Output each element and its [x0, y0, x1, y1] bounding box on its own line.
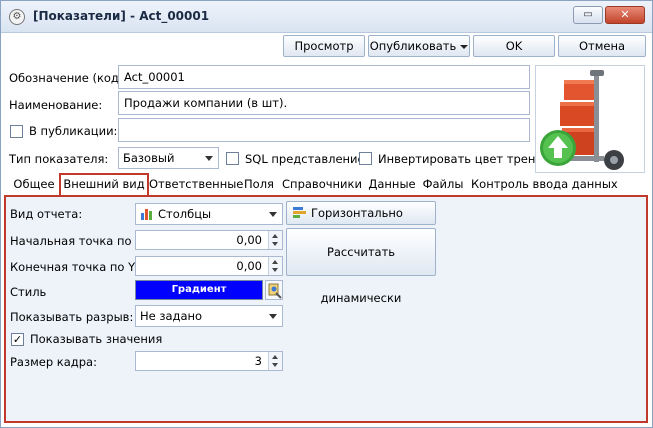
- publish-button[interactable]: Опубликовать: [368, 35, 470, 57]
- tab-general[interactable]: Общее: [9, 173, 59, 195]
- start-point-input[interactable]: 0,00: [135, 230, 283, 250]
- type-label: Тип показателя:: [9, 152, 109, 166]
- frame-size-input[interactable]: 3: [135, 351, 283, 371]
- start-point-label: Начальная точка по Y:: [10, 234, 145, 248]
- start-point-spinner[interactable]: [268, 231, 282, 249]
- report-type-value: Столбцы: [158, 207, 212, 221]
- close-icon[interactable]: ✕: [605, 6, 645, 24]
- code-label: Обозначение (код):: [9, 71, 128, 85]
- publication-label: В публикации:: [29, 124, 118, 138]
- title-bar: ⚙ [Показатели] - Act_00001 ▭ ✕: [1, 1, 652, 33]
- chevron-down-icon: [269, 314, 277, 319]
- end-point-spinner[interactable]: [268, 257, 282, 275]
- bar-chart-icon: [141, 209, 152, 220]
- chevron-down-icon: [269, 212, 277, 217]
- window-title: [Показатели] - Act_00001: [33, 9, 210, 23]
- chevron-down-icon: [460, 44, 469, 49]
- calculate-dynamic-button[interactable]: Рассчитать динамически: [286, 228, 436, 305]
- frame-size-spinner[interactable]: [268, 352, 282, 370]
- tab-data[interactable]: Данные: [367, 173, 417, 195]
- publication-checkbox[interactable]: [10, 125, 23, 138]
- sql-checkbox[interactable]: [226, 152, 239, 165]
- ok-button[interactable]: OK: [473, 35, 555, 57]
- style-picker-button[interactable]: [265, 280, 283, 300]
- hand-truck-boxes-icon: [540, 70, 624, 170]
- indicator-window: ⚙ [Показатели] - Act_00001 ▭ ✕ Просмотр …: [0, 0, 653, 428]
- gap-label: Показывать разрыв:: [10, 310, 134, 324]
- start-point-value: 0,00: [236, 233, 262, 247]
- name-label: Наименование:: [9, 98, 103, 112]
- gap-select[interactable]: Не задано: [135, 305, 283, 327]
- arrow-up-icon: [272, 355, 278, 359]
- arrow-up-icon: [272, 234, 278, 238]
- report-type-label: Вид отчета:: [10, 207, 83, 221]
- chevron-down-icon: [205, 156, 213, 161]
- indicator-picture[interactable]: [535, 65, 645, 173]
- tab-files[interactable]: Файлы: [421, 173, 465, 195]
- end-point-label: Конечная точка по Y:: [10, 260, 138, 274]
- sql-label: SQL представление: [245, 152, 365, 166]
- restore-icon[interactable]: ▭: [573, 6, 603, 24]
- arrow-down-icon: [272, 242, 278, 246]
- preview-button[interactable]: Просмотр: [283, 35, 365, 57]
- horizontal-bars-icon: [293, 207, 306, 218]
- frame-size-value: 3: [254, 354, 262, 368]
- tab-fields[interactable]: Поля: [241, 173, 277, 195]
- invert-label: Инвертировать цвет тренда: [378, 152, 551, 166]
- app-icon: ⚙: [9, 9, 25, 25]
- end-point-value: 0,00: [236, 259, 262, 273]
- style-label: Стиль: [10, 285, 47, 299]
- style-swatch[interactable]: Градиент: [135, 280, 263, 300]
- tab-input-control[interactable]: Контроль ввода данных: [471, 173, 618, 195]
- report-type-select[interactable]: Столбцы: [135, 203, 283, 225]
- appearance-panel: Вид отчета: Столбцы Горизонтально Началь…: [4, 195, 648, 423]
- cancel-button[interactable]: Отмена: [558, 35, 646, 57]
- frame-size-label: Размер кадра:: [10, 355, 97, 369]
- horizontal-button-label: Горизонтально: [311, 206, 403, 220]
- horizontal-button[interactable]: Горизонтально: [286, 201, 436, 225]
- code-input[interactable]: Act_00001: [118, 65, 530, 89]
- arrow-down-icon: [272, 363, 278, 367]
- color-picker-icon: [268, 283, 282, 299]
- type-select-value: Базовый: [123, 151, 175, 165]
- arrow-up-icon: [272, 260, 278, 264]
- tab-responsible[interactable]: Ответственные: [149, 173, 243, 195]
- type-select[interactable]: Базовый: [118, 147, 219, 169]
- publish-button-label: Опубликовать: [369, 39, 457, 53]
- end-point-input[interactable]: 0,00: [135, 256, 283, 276]
- gap-select-value: Не задано: [140, 309, 203, 323]
- invert-checkbox[interactable]: [359, 152, 372, 165]
- show-values-label: Показывать значения: [30, 332, 163, 346]
- tab-directories[interactable]: Справочники: [281, 173, 363, 195]
- tab-appearance[interactable]: Внешний вид: [59, 173, 149, 195]
- publication-input[interactable]: [118, 118, 530, 142]
- arrow-down-icon: [272, 268, 278, 272]
- name-input[interactable]: Продажи компании (в шт).: [118, 91, 530, 115]
- show-values-checkbox[interactable]: ✓: [11, 333, 24, 346]
